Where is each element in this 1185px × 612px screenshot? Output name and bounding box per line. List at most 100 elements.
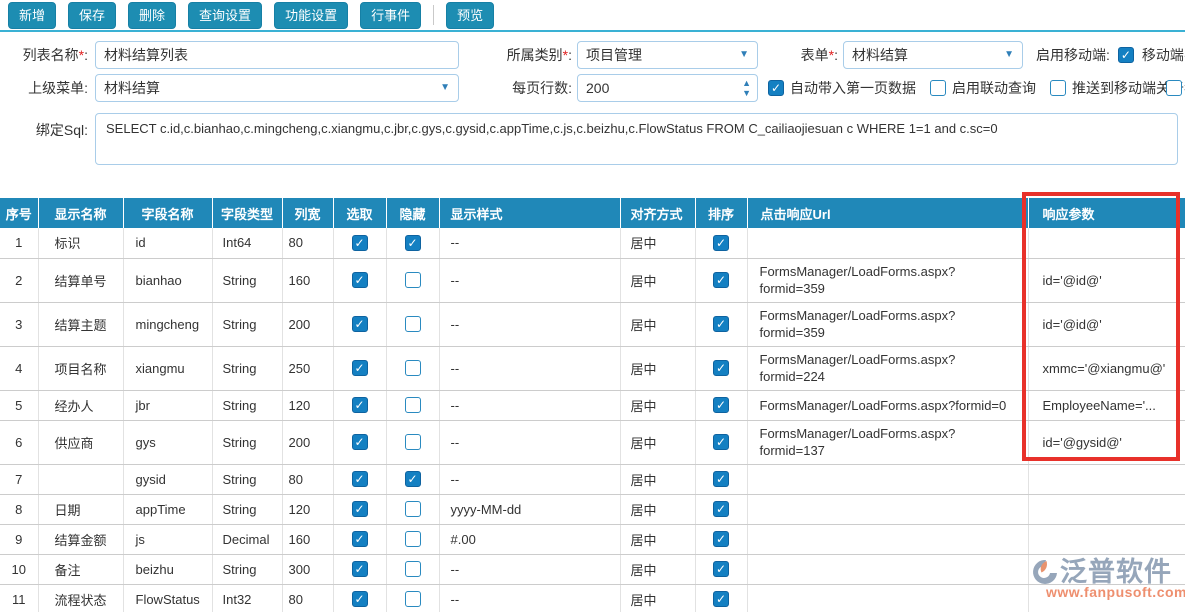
click-url-cell — [747, 554, 1028, 584]
select-checkbox[interactable]: ✓ — [352, 360, 368, 376]
click-url-cell: FormsManager/LoadForms.aspx?formid=359 — [747, 258, 1028, 302]
sort-checkbox-cell: ✓ — [695, 494, 747, 524]
field-type-cell: Decimal — [212, 524, 282, 554]
list-name-label: 列表名称*: — [0, 41, 88, 69]
field-name-cell: beizhu — [123, 554, 212, 584]
click-url-cell — [747, 464, 1028, 494]
hidden-checkbox-cell — [386, 390, 439, 420]
select-checkbox-cell: ✓ — [333, 346, 386, 390]
select-checkbox[interactable]: ✓ — [352, 501, 368, 517]
field-name-cell: gysid — [123, 464, 212, 494]
bind-sql-textarea[interactable]: SELECT c.id,c.bianhao,c.mingcheng,c.xian… — [95, 113, 1178, 165]
display-style-cell: -- — [439, 258, 620, 302]
select-checkbox[interactable]: ✓ — [352, 471, 368, 487]
option-checkbox-item: ✓自动带入第一页数据 — [768, 78, 916, 98]
sort-checkbox[interactable]: ✓ — [713, 531, 729, 547]
hidden-checkbox-cell — [386, 420, 439, 464]
option-checkbox-label: 启用联动查询 — [952, 78, 1036, 98]
option-checkbox-2[interactable] — [930, 80, 946, 96]
select-checkbox-cell: ✓ — [333, 464, 386, 494]
table-row: 2结算单号bianhaoString160✓--居中✓FormsManager/… — [0, 258, 1185, 302]
seq-cell: 1 — [0, 228, 38, 258]
table-row: 1标识idInt6480✓✓--居中✓ — [0, 228, 1185, 258]
sort-checkbox[interactable]: ✓ — [713, 434, 729, 450]
align-cell: 居中 — [620, 554, 695, 584]
response-param-cell: id='@gysid@' — [1028, 420, 1185, 464]
response-param-cell: EmployeeName='... — [1028, 390, 1185, 420]
hidden-checkbox-cell — [386, 494, 439, 524]
enable-mobile-checkbox[interactable]: ✓ — [1118, 47, 1134, 63]
sort-checkbox[interactable]: ✓ — [713, 591, 729, 607]
sort-checkbox[interactable]: ✓ — [713, 235, 729, 251]
select-checkbox[interactable]: ✓ — [352, 591, 368, 607]
click-url-cell — [747, 524, 1028, 554]
select-checkbox[interactable]: ✓ — [352, 561, 368, 577]
column-header-11: 点击响应Url — [747, 198, 1028, 228]
sort-checkbox[interactable]: ✓ — [713, 501, 729, 517]
hidden-checkbox[interactable] — [405, 434, 421, 450]
hidden-checkbox[interactable] — [405, 531, 421, 547]
option-checkbox-row: ✓自动带入第一页数据 启用联动查询推送到移动端关于我 — [768, 74, 1185, 102]
select-checkbox[interactable]: ✓ — [352, 316, 368, 332]
field-type-cell: String — [212, 302, 282, 346]
stepper-arrows-icon[interactable]: ▲▼ — [742, 78, 751, 98]
column-header-1: 序号 — [0, 198, 38, 228]
parent-menu-select[interactable]: 材料结算▼ — [95, 74, 459, 102]
toolbar-button-7[interactable]: 预览 — [446, 2, 494, 29]
column-header-12: 响应参数 — [1028, 198, 1185, 228]
display-style-cell: yyyy-MM-dd — [439, 494, 620, 524]
hidden-checkbox[interactable] — [405, 591, 421, 607]
toolbar-button-6[interactable]: 行事件 — [360, 2, 421, 29]
category-select[interactable]: 项目管理▼ — [577, 41, 758, 69]
click-url-cell: FormsManager/LoadForms.aspx?formid=359 — [747, 302, 1028, 346]
hidden-checkbox[interactable]: ✓ — [405, 235, 421, 251]
align-cell: 居中 — [620, 494, 695, 524]
hidden-checkbox[interactable] — [405, 316, 421, 332]
sort-checkbox[interactable]: ✓ — [713, 397, 729, 413]
sort-checkbox[interactable]: ✓ — [713, 471, 729, 487]
select-checkbox[interactable]: ✓ — [352, 434, 368, 450]
form-select[interactable]: 材料结算▼ — [843, 41, 1023, 69]
col-width-cell: 200 — [282, 302, 333, 346]
sort-checkbox[interactable]: ✓ — [713, 360, 729, 376]
select-checkbox[interactable]: ✓ — [352, 397, 368, 413]
hidden-checkbox[interactable] — [405, 501, 421, 517]
hidden-checkbox[interactable] — [405, 272, 421, 288]
option-checkbox-3[interactable] — [1050, 80, 1066, 96]
vendor-watermark: 泛普软件 www.fanpusoft.com — [1032, 558, 1185, 600]
select-checkbox[interactable]: ✓ — [352, 272, 368, 288]
rows-per-page-stepper[interactable]: 200▲▼ — [577, 74, 758, 102]
form-label: 表单*: — [740, 41, 838, 69]
toolbar-button-3[interactable]: 删除 — [128, 2, 176, 29]
select-checkbox[interactable]: ✓ — [352, 531, 368, 547]
select-checkbox-cell: ✓ — [333, 302, 386, 346]
sort-checkbox[interactable]: ✓ — [713, 316, 729, 332]
response-param-cell: id='@id@' — [1028, 302, 1185, 346]
sort-checkbox[interactable]: ✓ — [713, 272, 729, 288]
option-checkbox-1[interactable]: ✓ — [768, 80, 784, 96]
column-header-2: 显示名称 — [38, 198, 123, 228]
toolbar-button-1[interactable]: 新增 — [8, 2, 56, 29]
chevron-down-icon: ▼ — [440, 75, 450, 101]
chevron-down-icon: ▼ — [1004, 42, 1014, 68]
hidden-checkbox[interactable] — [405, 397, 421, 413]
toolbar-button-4[interactable]: 查询设置 — [188, 2, 262, 29]
hidden-checkbox[interactable] — [405, 561, 421, 577]
select-checkbox[interactable]: ✓ — [352, 235, 368, 251]
edge-checkbox[interactable] — [1166, 80, 1182, 96]
align-cell: 居中 — [620, 584, 695, 612]
bind-sql-label: 绑定Sql: — [0, 116, 88, 144]
option-checkbox-item: 推送到移动端关于我 — [1050, 78, 1185, 98]
sort-checkbox[interactable]: ✓ — [713, 561, 729, 577]
hidden-checkbox[interactable] — [405, 360, 421, 376]
sort-checkbox-cell: ✓ — [695, 302, 747, 346]
toolbar-button-2[interactable]: 保存 — [68, 2, 116, 29]
hidden-checkbox[interactable]: ✓ — [405, 471, 421, 487]
list-name-input[interactable] — [95, 41, 459, 69]
sort-checkbox-cell: ✓ — [695, 554, 747, 584]
field-type-cell: String — [212, 494, 282, 524]
seq-cell: 5 — [0, 390, 38, 420]
seq-cell: 8 — [0, 494, 38, 524]
toolbar-button-5[interactable]: 功能设置 — [274, 2, 348, 29]
display-name-cell: 结算金额 — [38, 524, 123, 554]
